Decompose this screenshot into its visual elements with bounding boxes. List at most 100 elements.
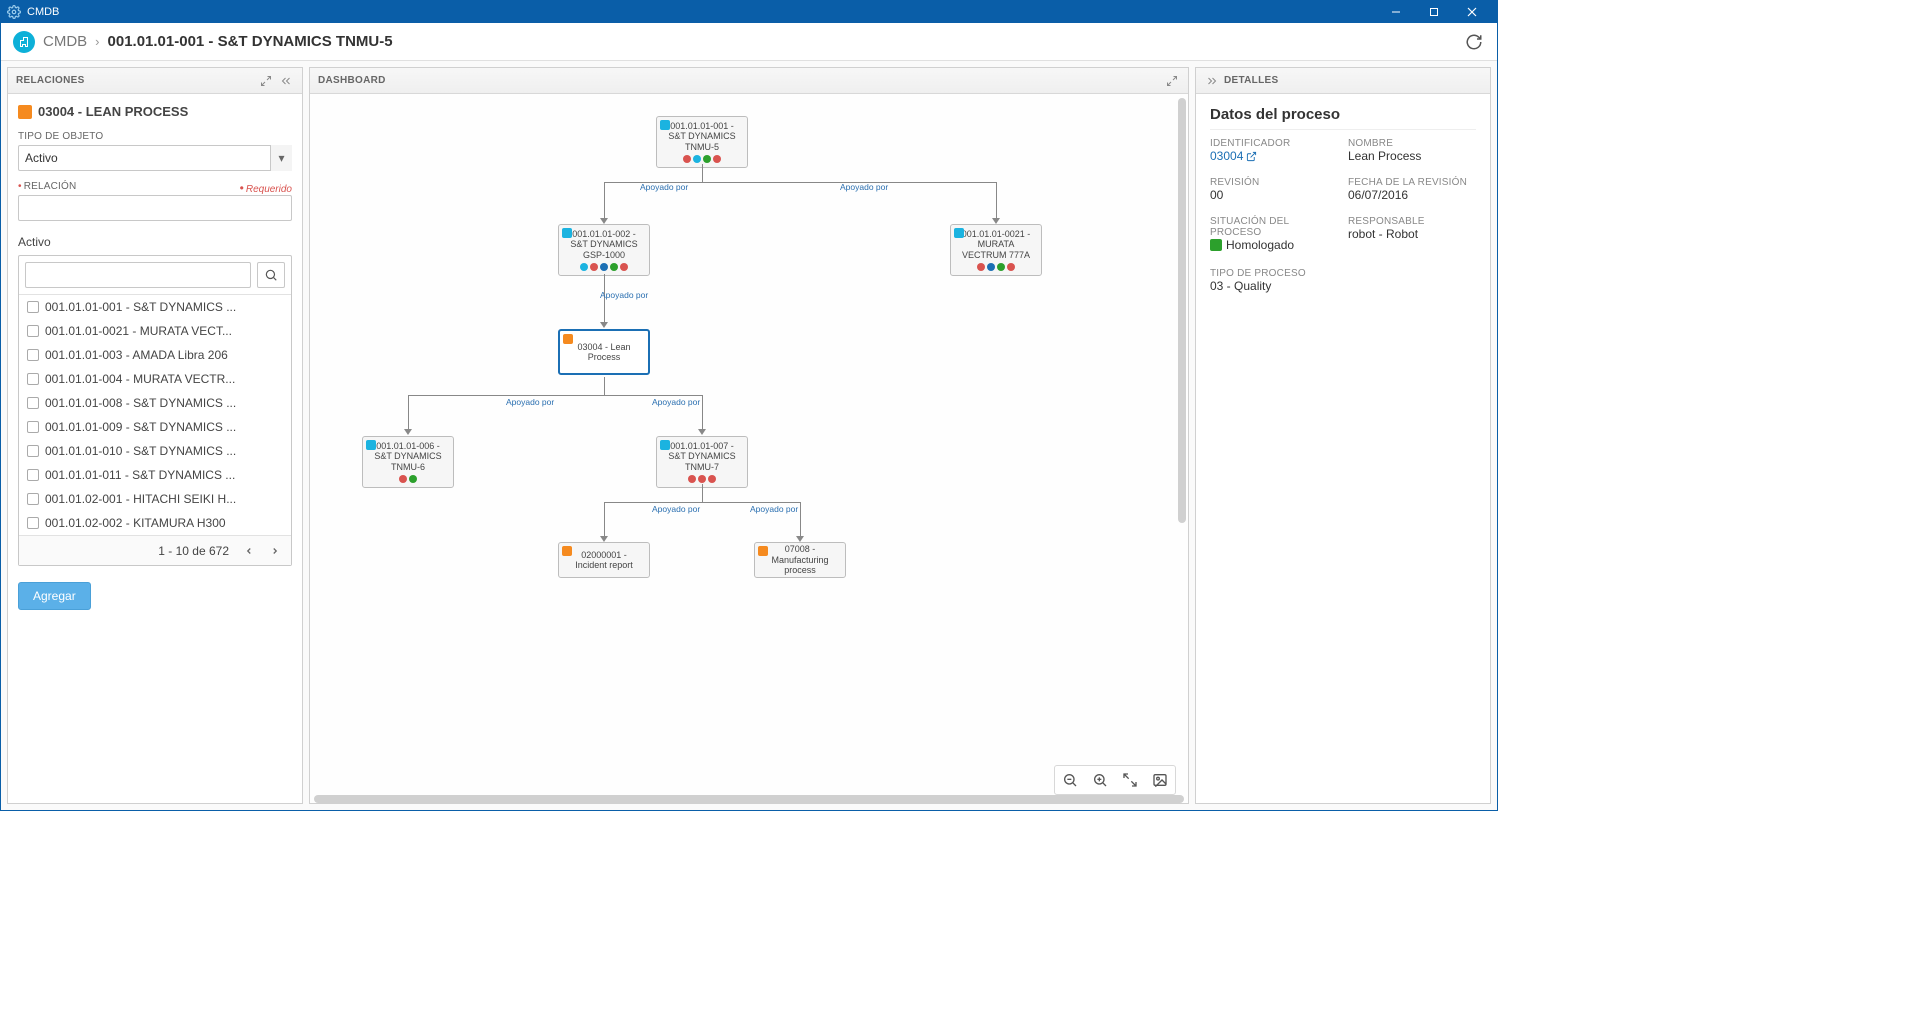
checkbox[interactable] [27, 373, 39, 385]
titlebar-title: CMDB [27, 6, 1377, 18]
diagram-node[interactable]: 001.01.01-007 - S&T DYNAMICS TNMU-7 [656, 436, 748, 488]
vertical-scrollbar[interactable] [1178, 98, 1186, 523]
checkbox[interactable] [27, 421, 39, 433]
expand-icon[interactable] [1164, 73, 1180, 89]
checkbox[interactable] [27, 493, 39, 505]
edge-label: Apoyado por [640, 182, 688, 192]
edge-label: Apoyado por [840, 182, 888, 192]
pager-prev[interactable] [239, 541, 259, 561]
list-item[interactable]: 001.01.01-004 - MURATA VECTR... [19, 367, 291, 391]
agregar-button[interactable]: Agregar [18, 582, 91, 610]
nombre-label: NOMBRE [1348, 138, 1476, 149]
building-icon [13, 31, 35, 53]
list-item[interactable]: 001.01.01-010 - S&T DYNAMICS ... [19, 439, 291, 463]
diagram-node[interactable]: 001.01.01-001 - S&T DYNAMICS TNMU-5 [656, 116, 748, 168]
maximize-button[interactable] [1415, 1, 1453, 23]
edge-label: Apoyado por [600, 290, 648, 300]
situacion-value: Homologado [1226, 238, 1294, 252]
list-item[interactable]: 001.01.01-011 - S&T DYNAMICS ... [19, 463, 291, 487]
requerido-hint: Requerido [246, 184, 292, 195]
situacion-label: SITUACIÓN DEL PROCESO [1210, 216, 1338, 238]
pager-text: 1 - 10 de 672 [158, 544, 229, 558]
activo-search-input[interactable] [25, 262, 251, 288]
edge-label: Apoyado por [750, 504, 798, 514]
list-item-label: 001.01.01-009 - S&T DYNAMICS ... [45, 420, 236, 434]
diagram-node[interactable]: 02000001 - Incident report [558, 542, 650, 578]
expand-icon[interactable] [258, 73, 274, 89]
pager-next[interactable] [265, 541, 285, 561]
list-item-label: 001.01.02-001 - HITACHI SEIKI H... [45, 492, 236, 506]
list-item-label: 001.01.02-002 - KITAMURA H300 [45, 516, 226, 530]
refresh-button[interactable] [1463, 31, 1485, 53]
collapse-left-icon[interactable] [278, 73, 294, 89]
list-item-label: 001.01.01-011 - S&T DYNAMICS ... [45, 468, 235, 482]
detalles-title: DETALLES [1224, 75, 1278, 86]
list-item-label: 001.01.01-004 - MURATA VECTR... [45, 372, 235, 386]
diagram-node[interactable]: 001.01.01-002 - S&T DYNAMICS GSP-1000 [558, 224, 650, 276]
edge-label: Apoyado por [506, 397, 554, 407]
relacion-input[interactable] [18, 195, 292, 221]
breadcrumb: CMDB › 001.01.01-001 - S&T DYNAMICS TNMU… [1, 23, 1497, 61]
image-button[interactable] [1147, 768, 1173, 792]
diagram-node[interactable]: 001.01.01-006 - S&T DYNAMICS TNMU-6 [362, 436, 454, 488]
list-item-label: 001.01.01-0021 - MURATA VECT... [45, 324, 232, 338]
checkbox[interactable] [27, 397, 39, 409]
list-item[interactable]: 001.01.01-0021 - MURATA VECT... [19, 319, 291, 343]
tipo-proceso-label: TIPO DE PROCESO [1210, 268, 1338, 279]
activo-header: Activo [18, 235, 292, 249]
checkbox[interactable] [27, 445, 39, 457]
titlebar: CMDB [1, 1, 1497, 23]
list-item[interactable]: 001.01.01-008 - S&T DYNAMICS ... [19, 391, 291, 415]
checkbox[interactable] [27, 301, 39, 313]
checkbox[interactable] [27, 349, 39, 361]
edge-label: Apoyado por [652, 504, 700, 514]
dashboard-panel: DASHBOARD 001.01.01-001 - S&T DYNAMICS T… [309, 67, 1189, 804]
responsable-value: robot - Robot [1348, 227, 1476, 241]
diagram-node[interactable]: 001.01.01-0021 - MURATA VECTRUM 777A [950, 224, 1042, 276]
edge-label: Apoyado por [652, 397, 700, 407]
tipo-objeto-select[interactable] [18, 145, 292, 171]
identificador-link[interactable]: 03004 [1210, 149, 1257, 163]
process-title: 03004 - LEAN PROCESS [38, 104, 188, 119]
revision-label: REVISIÓN [1210, 177, 1338, 188]
relacion-label: RELACIÓN [24, 181, 77, 192]
tipo-objeto-label: TIPO DE OBJETO [18, 131, 292, 142]
relaciones-panel: RELACIONES 03004 - LEAN PROCESS TIPO DE … [7, 67, 303, 804]
breadcrumb-root[interactable]: CMDB [43, 33, 87, 50]
detalles-panel: DETALLES Datos del proceso IDENTIFICADOR… [1195, 67, 1491, 804]
dashboard-toolbar [1054, 765, 1176, 795]
checkbox[interactable] [27, 325, 39, 337]
search-button[interactable] [257, 262, 285, 288]
status-icon [1210, 239, 1222, 251]
diagram-canvas[interactable]: 001.01.01-001 - S&T DYNAMICS TNMU-5 001.… [310, 94, 1188, 803]
detalles-section-title: Datos del proceso [1210, 106, 1476, 130]
list-item[interactable]: 001.01.02-001 - HITACHI SEIKI H... [19, 487, 291, 511]
horizontal-scrollbar[interactable] [314, 795, 1184, 803]
list-item[interactable]: 001.01.02-002 - KITAMURA H300 [19, 511, 291, 535]
chevron-right-icon: › [95, 34, 99, 49]
list-item[interactable]: 001.01.01-009 - S&T DYNAMICS ... [19, 415, 291, 439]
fecha-value: 06/07/2016 [1348, 188, 1476, 202]
list-item[interactable]: 001.01.01-003 - AMADA Libra 206 [19, 343, 291, 367]
list-item-label: 001.01.01-003 - AMADA Libra 206 [45, 348, 228, 362]
fit-button[interactable] [1117, 768, 1143, 792]
minimize-button[interactable] [1377, 1, 1415, 23]
process-icon [18, 105, 32, 119]
gear-icon [7, 5, 21, 19]
relaciones-title: RELACIONES [16, 75, 85, 86]
checkbox[interactable] [27, 517, 39, 529]
checkbox[interactable] [27, 469, 39, 481]
close-button[interactable] [1453, 1, 1491, 23]
external-link-icon [1246, 151, 1257, 162]
diagram-node[interactable]: 07008 - Manufacturing process [754, 542, 846, 578]
list-item-label: 001.01.01-010 - S&T DYNAMICS ... [45, 444, 236, 458]
diagram-node-selected[interactable]: 03004 - Lean Process [558, 329, 650, 375]
nombre-value: Lean Process [1348, 149, 1476, 163]
activo-listbox: 001.01.01-001 - S&T DYNAMICS ... 001.01.0… [18, 255, 292, 566]
collapse-right-icon[interactable] [1204, 73, 1220, 89]
tipo-proceso-value: 03 - Quality [1210, 279, 1338, 293]
list-item[interactable]: 001.01.01-001 - S&T DYNAMICS ... [19, 295, 291, 319]
zoom-out-button[interactable] [1057, 768, 1083, 792]
list-item-label: 001.01.01-008 - S&T DYNAMICS ... [45, 396, 236, 410]
zoom-in-button[interactable] [1087, 768, 1113, 792]
